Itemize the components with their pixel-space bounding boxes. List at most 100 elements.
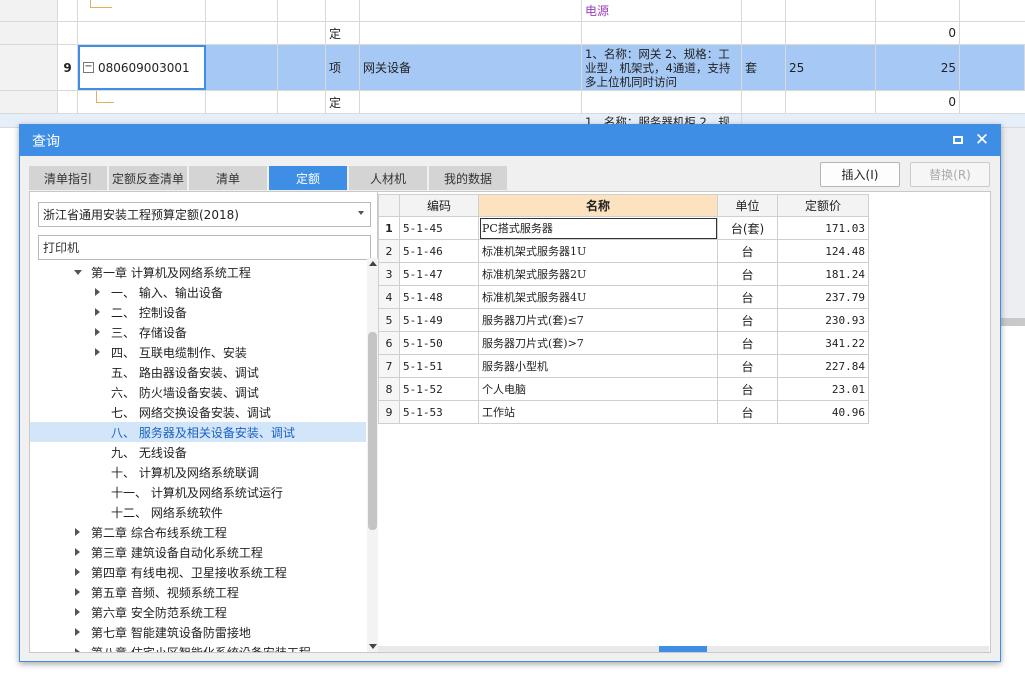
expand-arrow-icon[interactable] — [74, 270, 82, 275]
code-cell[interactable]: 5-1-53 — [399, 400, 479, 424]
tree-item[interactable]: 四、 互联电缆制作、安装 — [30, 342, 366, 362]
bg-row-ding-2[interactable]: 定 0 — [0, 91, 1025, 114]
row-number[interactable]: 8 — [378, 377, 400, 401]
unit-cell[interactable]: 台 — [717, 308, 778, 332]
tree-item[interactable]: 第八章 住宅小区智能化系统设备安装工程 — [30, 642, 366, 652]
tree-item[interactable]: 第六章 安全防范系统工程 — [30, 602, 366, 622]
close-button[interactable]: ✕ — [972, 130, 992, 150]
row-number[interactable]: 7 — [378, 354, 400, 378]
unit-cell[interactable]: 台 — [717, 331, 778, 355]
tab-labor-material-machine[interactable]: 人材机 — [349, 166, 427, 190]
row-number[interactable]: 2 — [378, 239, 400, 263]
collapse-arrow-icon[interactable] — [95, 288, 100, 296]
price-cell[interactable]: 171.03 — [777, 216, 869, 240]
tree-item[interactable]: 第三章 建筑设备自动化系统工程 — [30, 542, 366, 562]
tree-item[interactable]: 第七章 智能建筑设备防雷接地 — [30, 622, 366, 642]
price-cell[interactable]: 230.93 — [777, 308, 869, 332]
grid-row[interactable]: 2 5-1-46 标准机架式服务器1U 台 124.48 — [378, 239, 869, 263]
collapse-arrow-icon[interactable] — [75, 628, 80, 636]
grid-row[interactable]: 8 5-1-52 个人电脑台 23.01 — [378, 377, 869, 401]
name-cell[interactable]: 服务器小型机 — [478, 354, 718, 378]
code-cell[interactable]: 5-1-47 — [399, 262, 479, 286]
row-number[interactable]: 5 — [378, 308, 400, 332]
unit-cell[interactable]: 台 — [717, 354, 778, 378]
tree-item[interactable]: 六、 防火墙设备安装、调试 — [30, 382, 366, 402]
grid-row[interactable]: 3 5-1-47 标准机架式服务器2U 台 181.24 — [378, 262, 869, 286]
collapse-icon[interactable]: − — [83, 62, 94, 73]
price-cell[interactable]: 124.48 — [777, 239, 869, 263]
grid-row[interactable]: 1 5-1-45 PC搭式服务器 台(套) 171.03 — [378, 216, 869, 240]
price-cell[interactable]: 237.79 — [777, 285, 869, 309]
unit-cell[interactable]: 台 — [717, 239, 778, 263]
bg-partial-row[interactable]: 电源 — [0, 0, 1025, 22]
price-cell[interactable]: 40.96 — [777, 400, 869, 424]
tree-item[interactable]: 五、 路由器设备安装、调试 — [30, 362, 366, 382]
collapse-arrow-icon[interactable] — [95, 308, 100, 316]
collapse-arrow-icon[interactable] — [75, 568, 80, 576]
tree-item[interactable]: 第一章 计算机及网络系统工程 — [30, 262, 366, 282]
name-cell[interactable]: 标准机架式服务器4U — [478, 285, 718, 309]
header-code[interactable]: 编码 — [399, 194, 479, 217]
unit-cell[interactable]: 台 — [717, 262, 778, 286]
collapse-arrow-icon[interactable] — [75, 528, 80, 536]
grid-row[interactable]: 4 5-1-48 标准机架式服务器4U 台 237.79 — [378, 285, 869, 309]
bg-row-9[interactable]: 9 − 080609003001 项 网关设备 1、名称：网关 2、规格：工业型… — [0, 45, 1025, 91]
name-cell[interactable]: 服务器刀片式(套)>7 — [478, 331, 718, 355]
tab-my-data[interactable]: 我的数据 — [429, 166, 507, 190]
name-cell[interactable]: 标准机架式服务器1U — [478, 239, 718, 263]
tree-item[interactable]: 八、 服务器及相关设备安装、调试 — [30, 422, 366, 442]
header-price[interactable]: 定额价 — [777, 194, 869, 217]
tree-item[interactable]: 三、 存储设备 — [30, 322, 366, 342]
tab-list[interactable]: 清单 — [189, 166, 267, 190]
price-cell[interactable]: 23.01 — [777, 377, 869, 401]
tab-quota[interactable]: 定额 — [269, 166, 347, 190]
scroll-grip[interactable] — [659, 646, 707, 652]
code-cell[interactable]: 5-1-49 — [399, 308, 479, 332]
name-cell[interactable]: 个人电脑 — [478, 377, 718, 401]
header-unit[interactable]: 单位 — [717, 194, 778, 217]
tree-item[interactable]: 第二章 综合布线系统工程 — [30, 522, 366, 542]
search-input[interactable] — [38, 235, 371, 260]
tree-item[interactable]: 一、 输入、输出设备 — [30, 282, 366, 302]
name-cell[interactable]: 服务器刀片式(套)≤7 — [478, 308, 718, 332]
replace-button[interactable]: 替换(R) — [910, 162, 990, 187]
code-cell[interactable]: 5-1-51 — [399, 354, 479, 378]
tree-scrollbar[interactable] — [367, 258, 378, 652]
unit-cell[interactable]: 台 — [717, 377, 778, 401]
row-number[interactable]: 3 — [378, 262, 400, 286]
scroll-down-icon[interactable] — [369, 644, 377, 649]
code-cell[interactable]: 5-1-46 — [399, 239, 479, 263]
unit-cell[interactable]: 台(套) — [717, 216, 778, 240]
tree-item[interactable]: 第四章 有线电视、卫星接收系统工程 — [30, 562, 366, 582]
price-cell[interactable]: 181.24 — [777, 262, 869, 286]
dialog-titlebar[interactable]: 查询 ✕ — [20, 125, 1000, 156]
tree-item[interactable]: 第五章 音频、视频系统工程 — [30, 582, 366, 602]
code-cell[interactable]: 5-1-45 — [399, 216, 479, 240]
tree-item[interactable]: 十一、 计算机及网络系统试运行 — [30, 482, 366, 502]
code-cell[interactable]: 5-1-48 — [399, 285, 479, 309]
collapse-arrow-icon[interactable] — [75, 548, 80, 556]
tree-item[interactable]: 七、 网络交换设备安装、调试 — [30, 402, 366, 422]
grid-row[interactable]: 7 5-1-51 服务器小型机台 227.84 — [378, 354, 869, 378]
row-number[interactable]: 1 — [378, 216, 400, 240]
collapse-arrow-icon[interactable] — [75, 648, 80, 652]
collapse-arrow-icon[interactable] — [95, 328, 100, 336]
grid-row[interactable]: 9 5-1-53 工作站台 40.96 — [378, 400, 869, 424]
maximize-button[interactable] — [948, 130, 968, 150]
unit-cell[interactable]: 台 — [717, 400, 778, 424]
bg-row-ding-1[interactable]: 定 0 — [0, 22, 1025, 45]
scroll-up-icon[interactable] — [369, 261, 377, 266]
code-cell[interactable]: 5-1-50 — [399, 331, 479, 355]
row-number[interactable]: 6 — [378, 331, 400, 355]
price-cell[interactable]: 227.84 — [777, 354, 869, 378]
tab-list-guide[interactable]: 清单指引 — [29, 166, 107, 190]
name-cell[interactable]: 工作站 — [478, 400, 718, 424]
grid-row[interactable]: 6 5-1-50 服务器刀片式(套)>7 台 341.22 — [378, 331, 869, 355]
name-cell[interactable]: 标准机架式服务器2U — [478, 262, 718, 286]
grid-row[interactable]: 5 5-1-49 服务器刀片式(套)≤7 台 230.93 — [378, 308, 869, 332]
tree-item[interactable]: 九、 无线设备 — [30, 442, 366, 462]
quota-library-select[interactable]: 浙江省通用安装工程预算定额(2018) — [38, 202, 371, 227]
collapse-arrow-icon[interactable] — [75, 608, 80, 616]
price-cell[interactable]: 341.22 — [777, 331, 869, 355]
row-number[interactable]: 4 — [378, 285, 400, 309]
